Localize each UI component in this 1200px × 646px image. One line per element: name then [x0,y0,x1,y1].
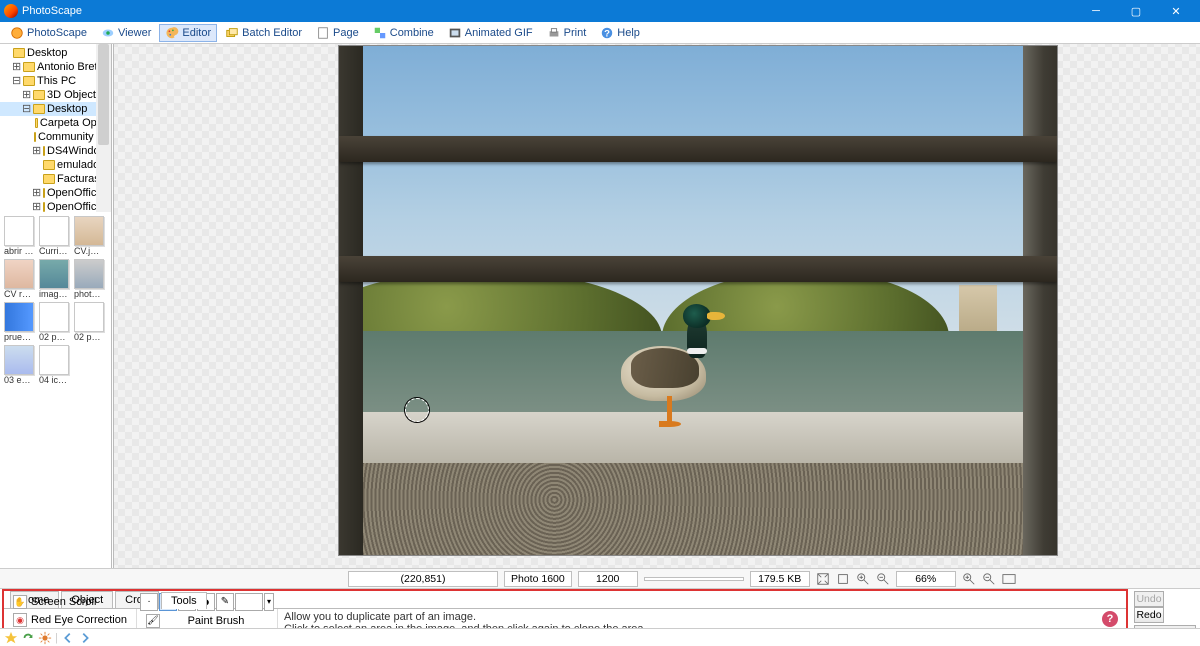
next-image-icon[interactable] [78,631,92,645]
burst-icon[interactable] [38,631,52,645]
film-icon [448,26,462,40]
title-bar: PhotoScape ─ ▢ ✕ [0,0,1200,22]
fit-screen-icon[interactable] [816,572,830,586]
tab-combine[interactable]: Combine [367,24,440,42]
thumbnail[interactable]: photo ... [74,259,104,299]
status-bar: (220,851) Photo 1600 1200 179.5 KB 66% [0,568,1200,588]
tool-screen-scroll[interactable]: ✋Screen Scroll [7,593,133,611]
tab-animated-gif[interactable]: Animated GIF [442,24,539,42]
status-filesize: 179.5 KB [750,571,810,587]
tab-help[interactable]: ?Help [594,24,646,42]
red-eye-icon: ◉ [13,613,27,627]
tree-item[interactable]: emulador [0,158,111,172]
tree-item[interactable]: Desktop [0,46,111,60]
globe-icon [10,26,24,40]
status-spacer [644,577,744,581]
undo-button[interactable]: Undo [1134,591,1164,607]
status-photo-w: 1200 [578,571,638,587]
tree-item[interactable]: ⊞DS4Windows [0,144,111,158]
thumbnail[interactable]: prueba... [4,302,34,342]
tree-scrollbar[interactable] [96,44,111,212]
tree-item[interactable]: ⊞Antonio Bret [0,60,111,74]
tool-red-eye[interactable]: ◉Red Eye Correction [7,611,133,629]
tree-item[interactable]: Carpeta Open [0,116,111,130]
tree-item[interactable]: Facturas [0,172,111,186]
folder-tree[interactable]: Desktop⊞Antonio Bret⊟This PC⊞3D Objects⊟… [0,44,111,212]
sidebar: Desktop⊞Antonio Bret⊟This PC⊞3D Objects⊟… [0,44,114,568]
panel-help-icon[interactable]: ? [1102,611,1118,627]
thumbnail[interactable]: 04 icon... [39,345,69,385]
brush-size-1[interactable]: · [140,593,158,611]
zoom-in-icon[interactable] [856,572,870,586]
cycle-icon[interactable] [21,631,35,645]
tree-item[interactable]: Community Ma [0,130,111,144]
tab-viewer[interactable]: Viewer [95,24,157,42]
page-icon [316,26,330,40]
zoom-in-icon-2[interactable] [962,572,976,586]
canvas-area[interactable] [114,44,1200,568]
tab-editor[interactable]: Editor [159,24,217,42]
thumbnail[interactable]: CV.jpeg [74,216,104,256]
brush-pencil[interactable]: ✎ [216,593,234,611]
tab-batch-editor[interactable]: Batch Editor [219,24,308,42]
tab-page[interactable]: Page [310,24,365,42]
star-icon[interactable] [4,631,18,645]
thumbnail-grid[interactable]: abrir p...Curricu...CV.jpeg CV rec...imag… [0,212,111,568]
brush-more[interactable]: ▾ [264,593,274,611]
close-button[interactable]: ✕ [1156,0,1196,22]
brush-color[interactable] [235,593,263,611]
status-photo-dim: Photo 1600 [504,571,572,587]
minimize-button[interactable]: ─ [1076,0,1116,22]
brush-icon: 🖌 [146,614,160,628]
thumbnail[interactable]: imagen... [39,259,69,299]
thumbnail[interactable]: 03 exp... [4,345,34,385]
tree-item[interactable]: ⊟This PC [0,74,111,88]
thumbnail[interactable]: abrir p... [4,216,34,256]
actual-size-icon[interactable] [836,572,850,586]
thumbnail[interactable]: CV rec... [4,259,34,299]
thumbnail[interactable]: 02 puls... [74,302,104,342]
status-coords: (220,851) [348,571,498,587]
hand-icon: ✋ [13,595,27,609]
thumbnail[interactable]: 02 puls... [39,302,69,342]
stack-icon [225,26,239,40]
tab-print[interactable]: Print [541,24,593,42]
tree-item[interactable]: ⊟Desktop [0,102,111,116]
tree-item[interactable]: ⊞OpenOffice 4. [0,200,111,212]
panel-tabs: Home Object Crop Tools [4,591,1126,609]
clone-brush-cursor [405,398,429,422]
palette-icon [165,26,179,40]
tab-photoscape[interactable]: PhotoScape [4,24,93,42]
panel-tab-tools[interactable]: Tools [161,592,207,609]
tool-paint-brush[interactable]: 🖌Paint Brush [140,612,274,630]
editor-image[interactable] [339,46,1057,555]
app-title: PhotoScape [22,5,82,17]
maximize-button[interactable]: ▢ [1116,0,1156,22]
redo-button[interactable]: Redo [1134,607,1164,623]
tree-item[interactable]: ⊞OpenOffice 4. [0,186,111,200]
prev-image-icon[interactable] [61,631,75,645]
zoom-out-icon-2[interactable] [982,572,996,586]
fullscreen-icon[interactable] [1002,572,1016,586]
thumbnail[interactable]: Curricu... [39,216,69,256]
combine-icon [373,26,387,40]
zoom-out-icon[interactable] [876,572,890,586]
help-icon: ? [600,26,614,40]
app-icon [4,4,18,18]
printer-icon [547,26,561,40]
svg-text:?: ? [604,28,610,39]
status-zoom: 66% [896,571,956,587]
module-toolbar: PhotoScape Viewer Editor Batch Editor Pa… [0,22,1200,44]
footer-bar: | [0,628,1200,646]
tree-item[interactable]: ⊞3D Objects [0,88,111,102]
duck-subject [609,306,729,426]
eye-icon [101,26,115,40]
